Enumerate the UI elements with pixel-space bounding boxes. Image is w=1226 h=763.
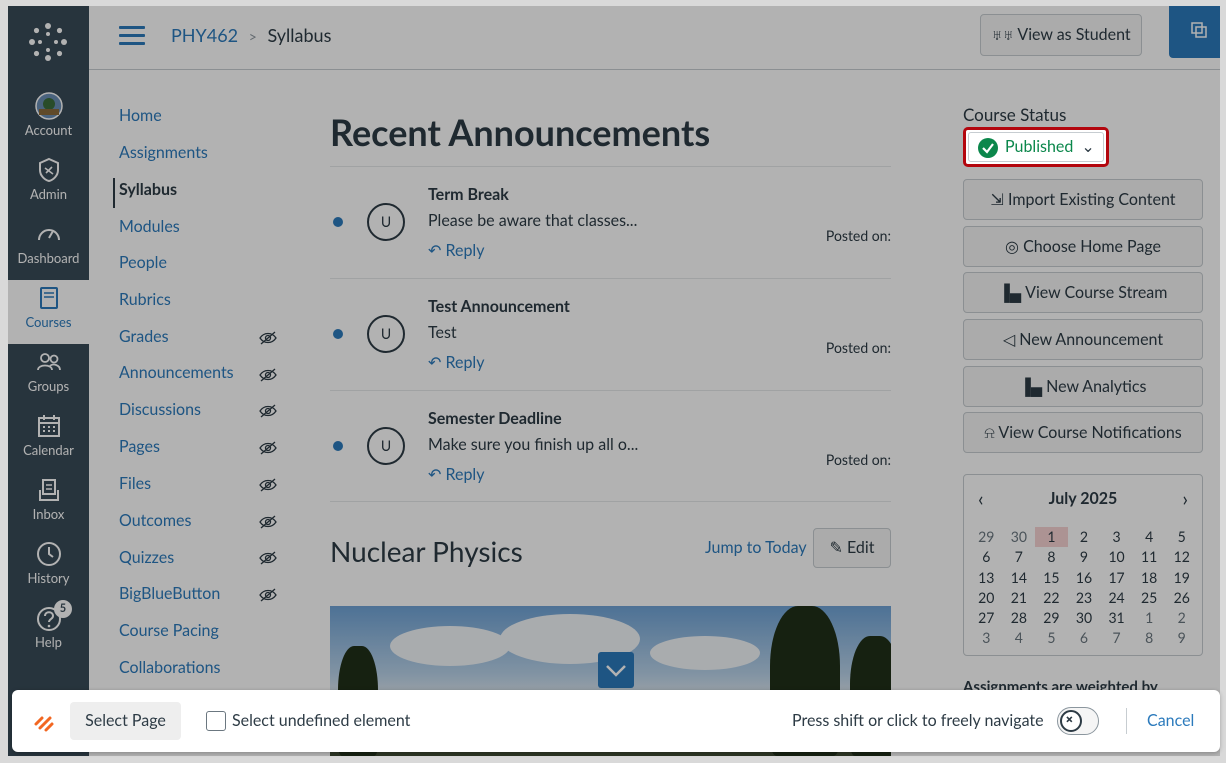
select-page-button[interactable]: Select Page xyxy=(70,702,181,740)
app-frame: Account Admin Dashboard Courses Groups C… xyxy=(8,6,1220,756)
dim-overlay xyxy=(8,6,1220,756)
close-icon xyxy=(1060,710,1082,732)
published-label: Published xyxy=(1005,137,1074,156)
pendo-logo-icon xyxy=(34,716,54,732)
chevron-down-icon: ⌄ xyxy=(1081,137,1095,156)
check-circle-icon xyxy=(978,138,998,158)
free-navigate-toggle[interactable] xyxy=(1057,707,1099,735)
guide-bottom-bar: Select Page Select undefined element Pre… xyxy=(12,690,1220,752)
navigate-hint: Press shift or click to freely navigate xyxy=(792,711,1044,730)
published-status-inner: Published ⌄ xyxy=(968,132,1104,162)
published-status-button[interactable]: Published ⌄ xyxy=(963,127,1109,167)
divider xyxy=(1126,708,1127,734)
select-undefined-label: Select undefined element xyxy=(232,711,411,730)
select-undefined-checkbox[interactable] xyxy=(206,711,226,731)
cancel-button[interactable]: Cancel xyxy=(1147,711,1194,730)
